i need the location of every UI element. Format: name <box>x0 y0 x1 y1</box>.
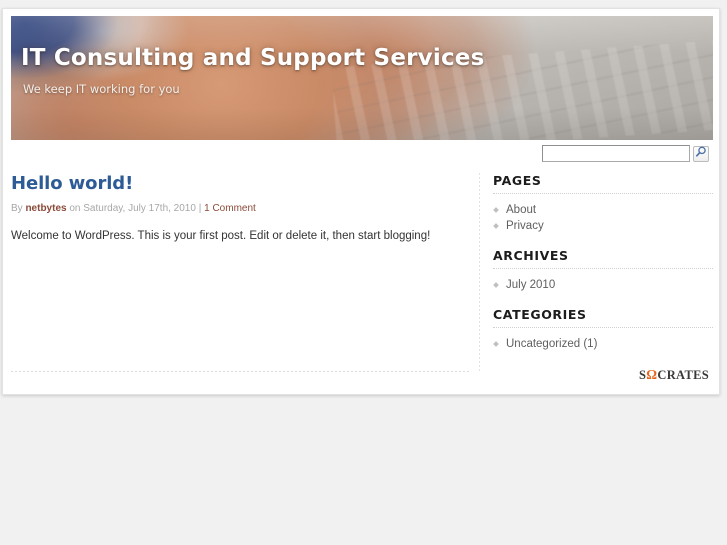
post-meta-on-label: on <box>69 203 81 214</box>
post-meta-by-label: By <box>11 203 23 214</box>
sidebar-item-about[interactable]: About <box>493 202 713 218</box>
post-comments-link[interactable]: 1 Comment <box>204 203 256 214</box>
magnifier-icon <box>695 146 707 161</box>
diamond-bullet-icon <box>493 223 500 230</box>
post-meta-separator: | <box>198 203 202 214</box>
site-tagline: We keep IT working for you <box>23 82 180 96</box>
sidebar-item-label: Privacy <box>506 220 544 232</box>
diamond-bullet-icon <box>493 282 500 289</box>
sidebar-item-label: About <box>506 204 537 216</box>
sidebar-item-privacy[interactable]: Privacy <box>493 218 713 234</box>
pages-list: About Privacy <box>493 202 713 234</box>
search-submit-button[interactable] <box>693 145 709 162</box>
widget-archives: ARCHIVES July 2010 <box>493 248 713 293</box>
post-title[interactable]: Hello world! <box>11 173 469 194</box>
post-author-link[interactable]: netbytes <box>25 203 66 214</box>
omega-icon: Ω <box>646 367 658 382</box>
post-body: Welcome to WordPress. This is your first… <box>11 230 431 242</box>
page-container: IT Consulting and Support Services We ke… <box>2 8 720 395</box>
sidebar: PAGES About Privacy ARCHIVES July 2010 C… <box>480 173 713 372</box>
post-article: Hello world! By netbytes on Saturday, Ju… <box>11 173 469 245</box>
sidebar-item-label: July 2010 <box>506 279 556 291</box>
categories-list: Uncategorized (1) <box>493 336 713 352</box>
widget-title-archives: ARCHIVES <box>493 248 713 269</box>
sidebar-item-uncategorized[interactable]: Uncategorized (1) <box>493 336 713 352</box>
site-header-banner: IT Consulting and Support Services We ke… <box>11 16 713 140</box>
search-input[interactable] <box>542 145 690 162</box>
site-title[interactable]: IT Consulting and Support Services <box>21 45 484 71</box>
header-vignette-overlay <box>11 16 713 140</box>
diamond-bullet-icon <box>493 341 500 348</box>
content-column: Hello world! By netbytes on Saturday, Ju… <box>11 173 479 372</box>
archives-list: July 2010 <box>493 277 713 293</box>
main-area: Hello world! By netbytes on Saturday, Ju… <box>11 173 713 372</box>
widget-pages: PAGES About Privacy <box>493 173 713 234</box>
diamond-bullet-icon <box>493 207 500 214</box>
sidebar-item-july-2010[interactable]: July 2010 <box>493 277 713 293</box>
site-footer: SΩCRATES <box>11 364 711 388</box>
widget-title-pages: PAGES <box>493 173 713 194</box>
socrates-logo[interactable]: SΩCRATES <box>639 367 709 383</box>
search-bar <box>542 145 709 162</box>
widget-title-categories: CATEGORIES <box>493 307 713 328</box>
socrates-logo-suffix: CRATES <box>657 368 709 382</box>
post-date: Saturday, July 17th, 2010 <box>83 203 196 214</box>
post-meta: By netbytes on Saturday, July 17th, 2010… <box>11 203 469 214</box>
sidebar-item-label: Uncategorized (1) <box>506 338 598 350</box>
widget-categories: CATEGORIES Uncategorized (1) <box>493 307 713 352</box>
